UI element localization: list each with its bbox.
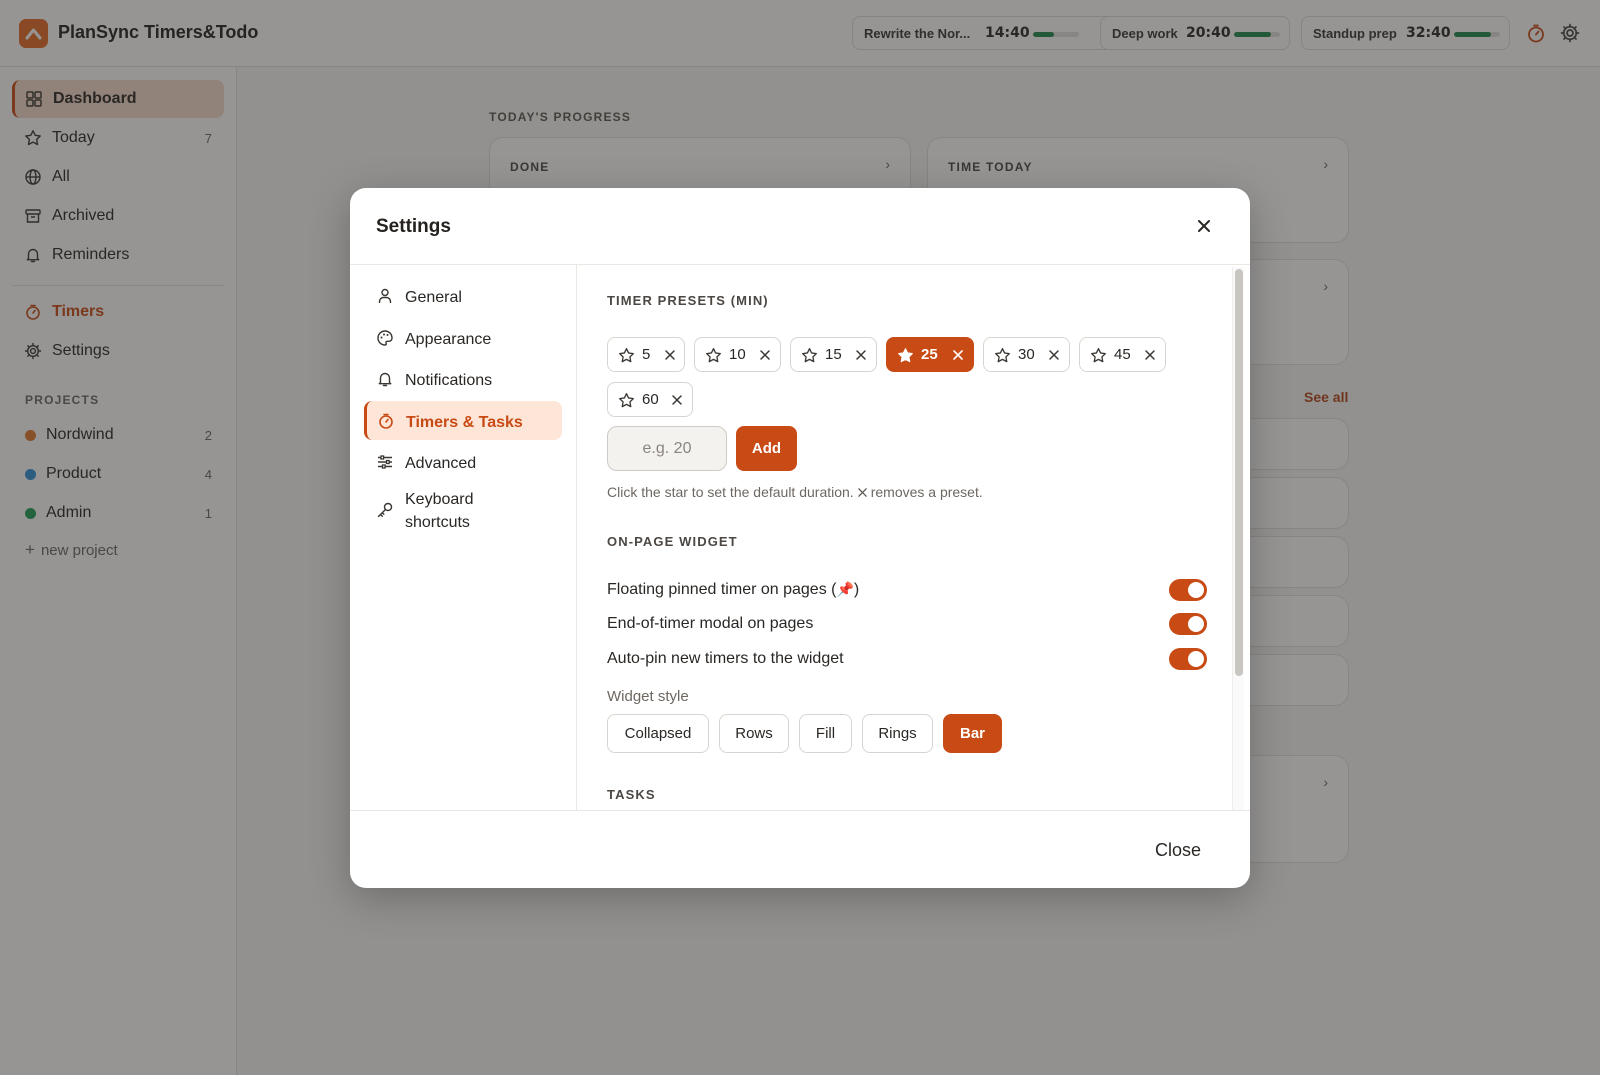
star-icon[interactable] [618, 392, 635, 409]
bell-icon [378, 372, 392, 387]
preset-chip[interactable]: 60 [607, 382, 693, 417]
remove-icon[interactable] [952, 349, 964, 361]
close-button[interactable]: Close [1155, 840, 1201, 861]
settings-tab-label: Keyboard shortcuts [405, 491, 474, 531]
timer-icon [379, 413, 393, 429]
option-label: Floating pinned timer on pages (📌) [607, 581, 860, 598]
presets-heading: TIMER PRESETS (MIN) [607, 293, 769, 308]
option-label: Auto-pin new timers to the widget [607, 650, 844, 667]
sliders-icon [378, 455, 392, 469]
preset-value: 30 [1018, 346, 1035, 363]
preset-value: 45 [1114, 346, 1131, 363]
widget-style-label: Widget style [607, 688, 689, 705]
settings-tab-appearance[interactable]: Appearance [364, 318, 562, 357]
remove-icon[interactable] [855, 349, 867, 361]
star-icon[interactable] [705, 347, 722, 364]
add-preset-button[interactable]: Add [736, 426, 797, 471]
settings-content: TIMER PRESETS (MIN) 5 10 15 25 30 45 60 … [577, 265, 1250, 810]
preset-minutes-input[interactable] [607, 426, 727, 471]
preset-value: 5 [642, 346, 651, 363]
option-toggle[interactable] [1169, 648, 1207, 670]
preset-chip-default[interactable]: 25 [886, 337, 974, 372]
settings-tab-label: Advanced [405, 455, 477, 472]
settings-modal: Settings General Appearance Notification… [350, 188, 1250, 888]
remove-icon[interactable] [671, 394, 683, 406]
preset-chip[interactable]: 5 [607, 337, 685, 372]
remove-icon[interactable] [1048, 349, 1060, 361]
modal-footer: Close [350, 810, 1250, 888]
settings-tab-keyboard-shortcuts[interactable]: Keyboard shortcuts [364, 484, 562, 538]
settings-scrollbar[interactable] [1232, 267, 1244, 810]
widget-style-bar[interactable]: Bar [943, 714, 1002, 753]
palette-icon [377, 330, 393, 346]
widget-style-fill[interactable]: Fill [799, 714, 852, 753]
tasks-heading: TASKS [607, 787, 656, 802]
settings-tab-label: Appearance [405, 331, 492, 348]
option-floating-pinned-timer: Floating pinned timer on pages (📌) [607, 579, 1207, 603]
key-icon [377, 502, 393, 518]
pin-icon: 📌 [836, 581, 854, 597]
star-icon[interactable] [1090, 347, 1107, 364]
preset-chip[interactable]: 15 [790, 337, 877, 372]
widget-style-rings[interactable]: Rings [862, 714, 933, 753]
option-auto-pin: Auto-pin new timers to the widget [607, 648, 1207, 672]
modal-header: Settings [350, 188, 1250, 265]
remove-icon[interactable] [759, 349, 771, 361]
settings-tab-notifications[interactable]: Notifications [364, 359, 562, 398]
star-icon[interactable] [618, 347, 635, 364]
user-icon [378, 288, 392, 303]
option-end-of-timer-modal: End-of-timer modal on pages [607, 613, 1207, 637]
presets-hint-text-after: removes a preset. [870, 484, 983, 500]
settings-tab-general[interactable]: General [364, 276, 562, 315]
option-toggle[interactable] [1169, 579, 1207, 601]
close-icon[interactable] [1195, 217, 1213, 235]
preset-chip[interactable]: 10 [694, 337, 781, 372]
remove-icon [857, 488, 867, 497]
settings-nav: General Appearance Notifications Timers … [350, 265, 577, 810]
scrollbar-thumb[interactable] [1235, 269, 1243, 676]
remove-icon[interactable] [664, 349, 676, 361]
preset-value: 10 [729, 346, 746, 363]
settings-tab-label: Timers & Tasks [406, 414, 523, 431]
preset-value: 25 [921, 346, 938, 363]
widget-heading: ON-PAGE WIDGET [607, 534, 738, 549]
option-label: End-of-timer modal on pages [607, 615, 814, 632]
star-icon[interactable] [994, 347, 1011, 364]
preset-value: 60 [642, 391, 659, 408]
option-toggle[interactable] [1169, 613, 1207, 635]
widget-style-rows[interactable]: Rows [719, 714, 789, 753]
settings-tab-label: Notifications [405, 372, 493, 389]
presets-hint: Click the star to set the default durati… [607, 484, 983, 500]
preset-chip[interactable]: 30 [983, 337, 1070, 372]
star-filled-icon[interactable] [897, 347, 914, 364]
presets-hint-text: Click the star to set the default durati… [607, 484, 854, 500]
widget-style-collapsed[interactable]: Collapsed [607, 714, 709, 753]
settings-tab-advanced[interactable]: Advanced [364, 442, 562, 481]
preset-chip[interactable]: 45 [1079, 337, 1166, 372]
remove-icon[interactable] [1144, 349, 1156, 361]
preset-value: 15 [825, 346, 842, 363]
settings-tab-label: General [405, 289, 462, 306]
settings-tab-timers-tasks[interactable]: Timers & Tasks [364, 401, 562, 440]
star-icon[interactable] [801, 347, 818, 364]
modal-title: Settings [376, 216, 451, 237]
